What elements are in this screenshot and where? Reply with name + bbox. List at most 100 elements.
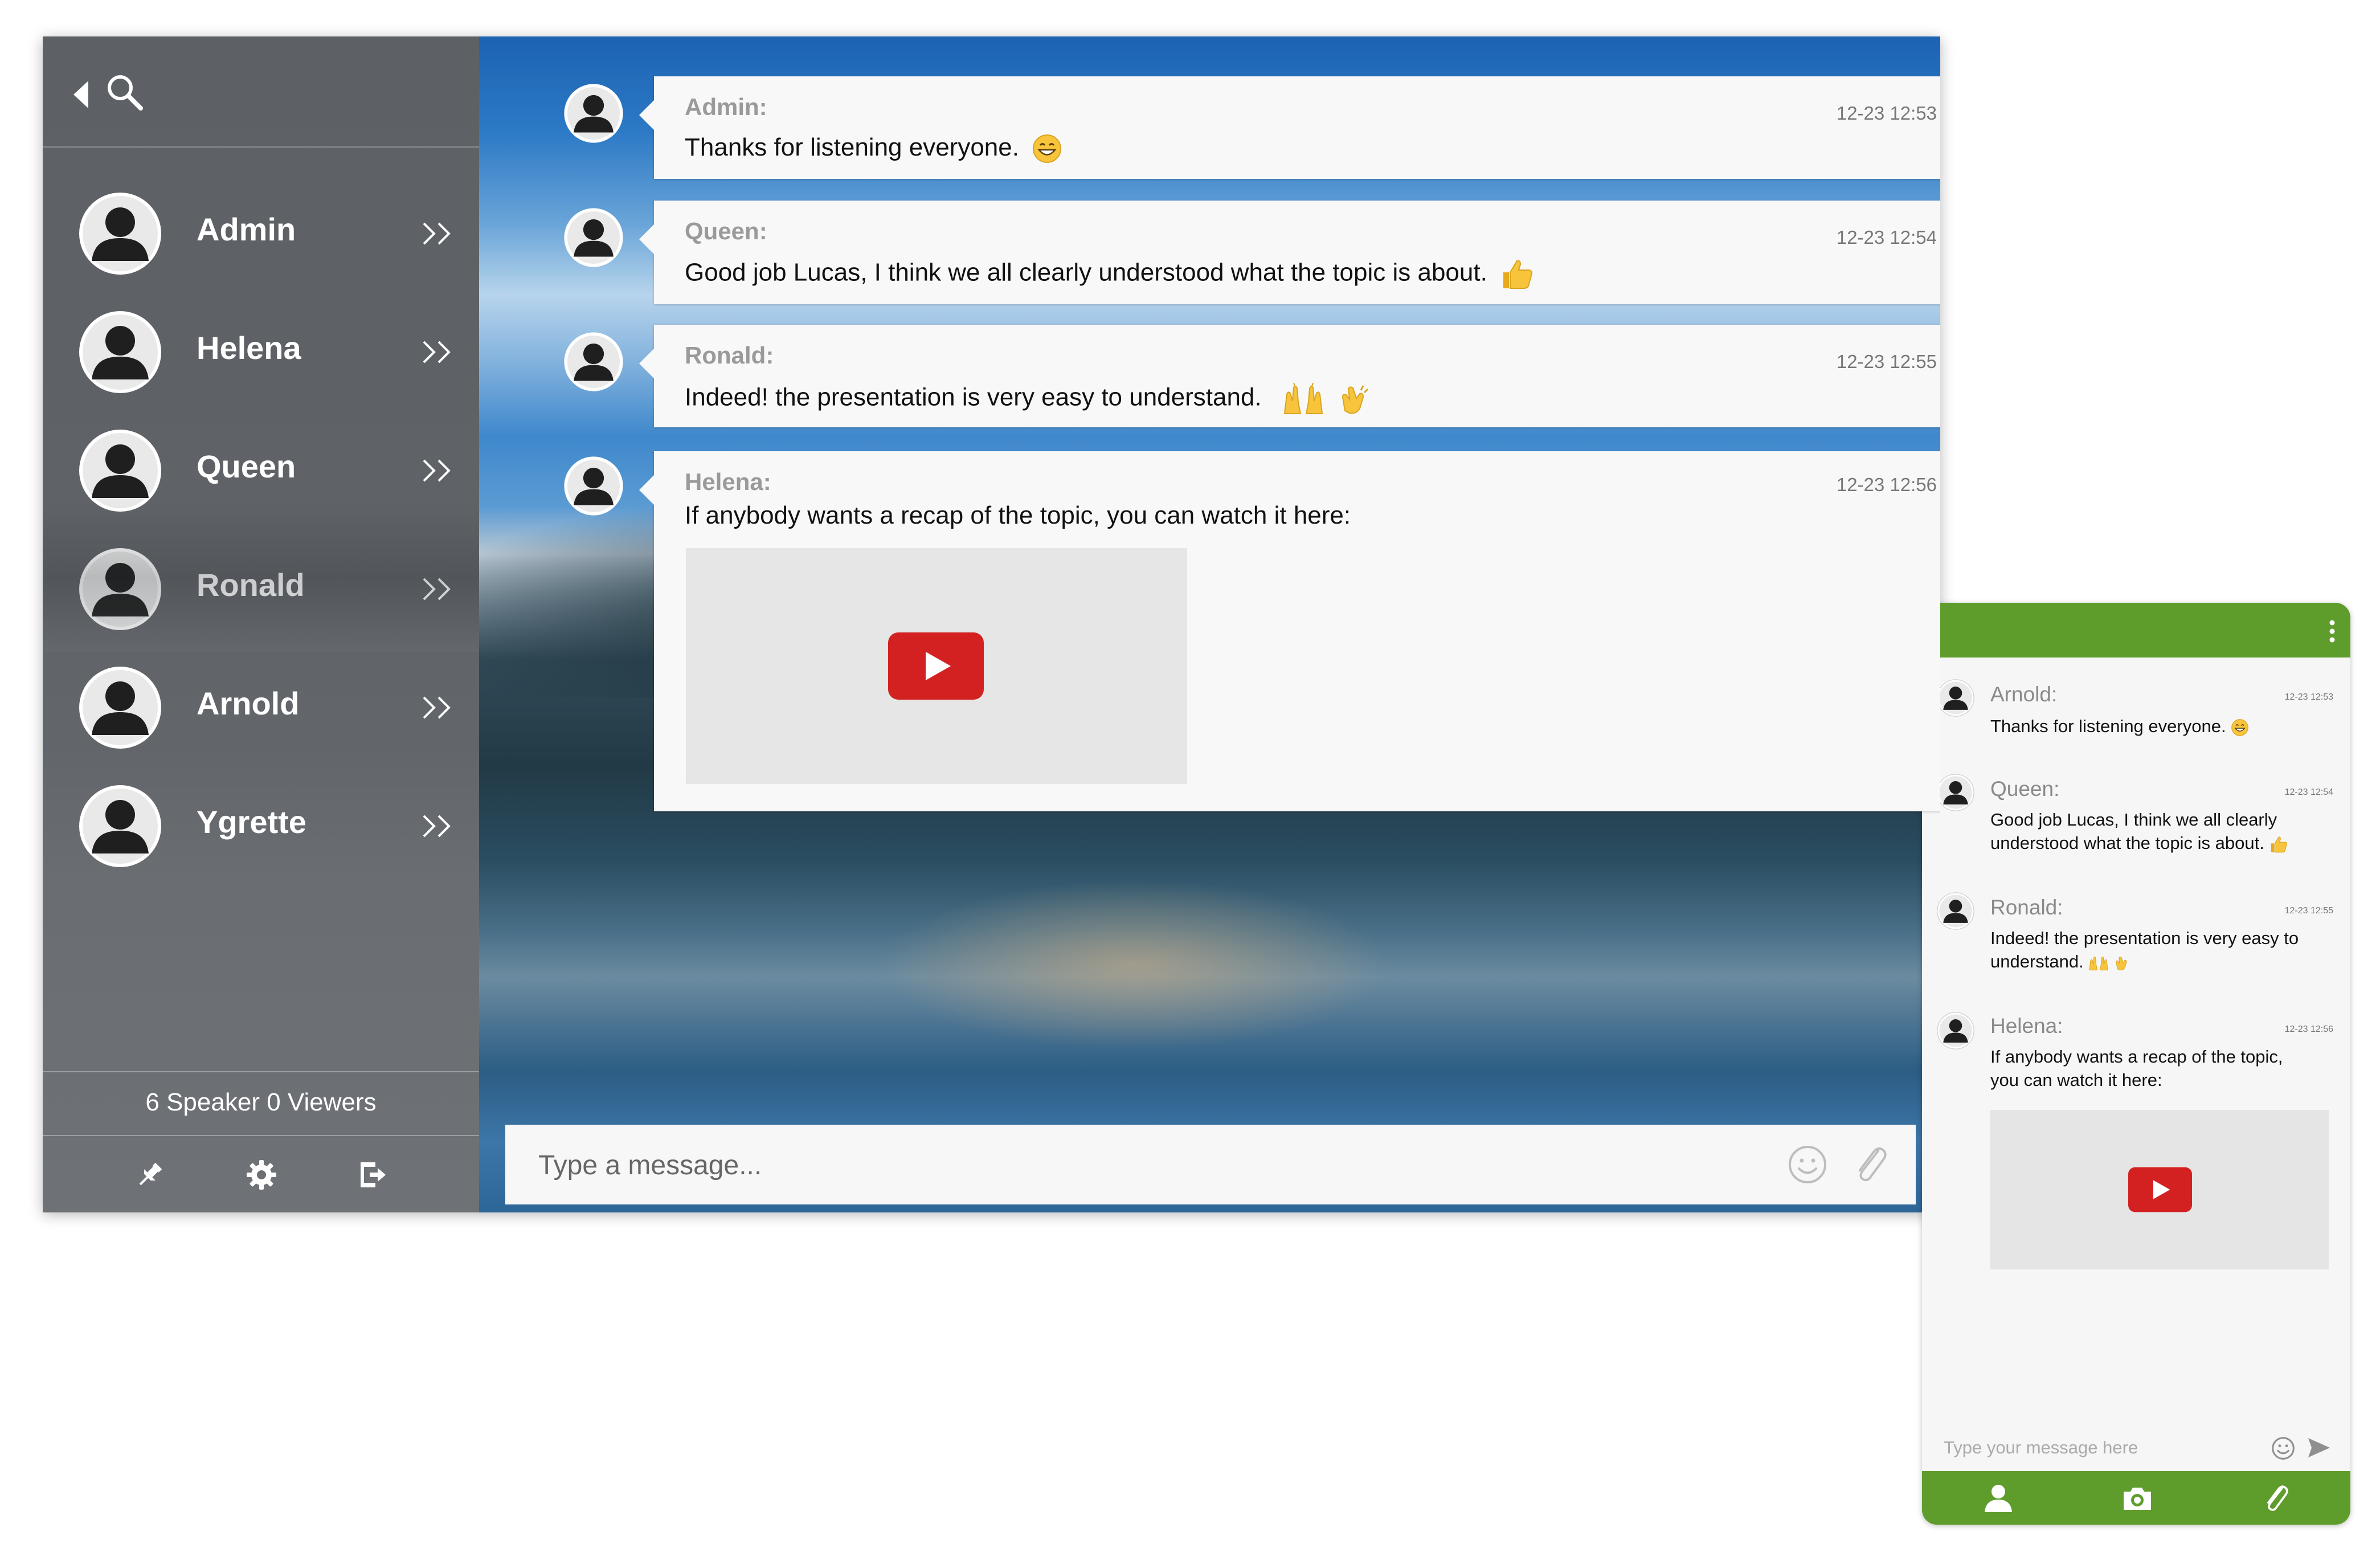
paperclip-icon[interactable] [2260, 1483, 2292, 1514]
video-thumbnail[interactable] [686, 548, 1187, 784]
message-composer [505, 1125, 1916, 1204]
mobile-message-input[interactable] [1943, 1432, 2264, 1463]
message-text: If anybody wants a recap of the topic, y… [1990, 1045, 2332, 1092]
message-text: Good job Lucas, I think we all clearly u… [1990, 808, 2332, 855]
sidebar-item-arnold[interactable]: Arnold [43, 651, 479, 759]
avatar [564, 456, 623, 516]
message-timestamp: 12-23 12:53 [1836, 103, 1937, 124]
message-text: Thanks for listening everyone. [1990, 714, 2332, 738]
message-timestamp: 12-23 12:54 [1836, 227, 1937, 248]
kebab-menu-icon[interactable] [2329, 620, 2336, 643]
desktop-chat-window: Admin Helena Queen Ronald Arnold Ygrette… [43, 36, 1940, 1212]
avatar [79, 548, 161, 630]
message-line-row: understood what the topic is about. [1990, 831, 2332, 855]
clapping-emoji-icon [1342, 385, 1369, 414]
thumbs-up-emoji-icon [2271, 836, 2288, 853]
grin-emoji-icon [2231, 718, 2249, 736]
sidebar-item-queen[interactable]: Queen [43, 414, 479, 522]
sidebar-item-label: Ronald [197, 567, 305, 603]
participant-count: 6 Speaker 0 Viewers [145, 1088, 377, 1116]
mobile-chat-panel: Arnold: 12-23 12:53 Thanks for listening… [1922, 603, 2350, 1525]
message-bubble: Ronald: 12-23 12:55 Indeed! the presenta… [639, 325, 1940, 427]
message-author: Ronald: [1990, 896, 2063, 919]
sidebar-item-ronald[interactable]: Ronald [43, 532, 479, 640]
sidebar-header [43, 36, 479, 148]
sidebar-item-label: Arnold [197, 685, 300, 721]
message-line: Good job Lucas, I think we all clearly [1990, 810, 2277, 830]
chat-panel: Admin: 12-23 12:53 Thanks for listening … [479, 36, 1940, 1212]
message-timestamp: 12-23 12:54 [2284, 787, 2333, 797]
logout-icon[interactable] [356, 1159, 388, 1191]
avatar [79, 430, 161, 512]
message-author: Queen: [1990, 777, 2060, 801]
avatar [1937, 892, 1974, 930]
gear-icon[interactable] [246, 1159, 277, 1191]
chevron-left-icon[interactable] [70, 77, 93, 112]
clapping-emoji-icon [2116, 957, 2127, 970]
message-author: Helena: [1990, 1014, 2063, 1038]
smiley-icon[interactable] [1787, 1144, 1828, 1185]
sidebar-item-label: Helena [197, 330, 301, 366]
message-line: Indeed! the presentation is very easy to [1990, 928, 2299, 948]
mobile-header [1922, 603, 2350, 657]
double-chevron-right-icon [423, 341, 451, 364]
message-line: you can watch it here: [1990, 1070, 2162, 1090]
avatar [1937, 1012, 1974, 1049]
sidebar-item-label: Queen [197, 448, 296, 484]
message-timestamp: 12-23 12:55 [2284, 906, 2333, 916]
message-timestamp: 12-23 12:55 [1836, 351, 1937, 372]
avatar [1937, 774, 1974, 811]
double-chevron-right-icon [423, 222, 451, 245]
message-author: Ronald: [685, 342, 774, 369]
avatar [564, 332, 623, 391]
pin-icon[interactable] [134, 1159, 166, 1191]
grin-emoji-icon [1033, 134, 1062, 164]
play-button-icon[interactable] [2128, 1167, 2192, 1212]
message-text-row: Indeed! the presentation is very easy to… [685, 382, 1372, 416]
sidebar-item-admin[interactable]: Admin [43, 177, 479, 285]
message-bubble: Helena: 12-23 12:56 If anybody wants a r… [639, 451, 1940, 811]
video-thumbnail[interactable] [1990, 1110, 2329, 1269]
participant-status: 6 Speaker 0 Viewers [43, 1071, 479, 1136]
message-author: Helena: [685, 468, 771, 495]
raising-hands-emoji-icon [2089, 956, 2108, 970]
message-timestamp: 12-23 12:56 [2284, 1024, 2333, 1034]
avatar [79, 785, 161, 867]
raising-hands-emoji-icon [1283, 382, 1323, 414]
avatar [564, 84, 623, 143]
message-text: Thanks for listening everyone. [685, 133, 1019, 161]
message-text-row: Thanks for listening everyone. [685, 133, 1062, 164]
user-icon[interactable] [1982, 1483, 2014, 1514]
message-timestamp: 12-23 12:53 [2284, 692, 2333, 702]
smiley-icon[interactable] [2271, 1436, 2296, 1461]
message-author: Admin: [685, 93, 767, 120]
sidebar-item-helena[interactable]: Helena [43, 295, 479, 403]
send-icon[interactable] [2307, 1437, 2331, 1459]
camera-icon[interactable] [2121, 1483, 2153, 1514]
sidebar-actions [43, 1136, 479, 1212]
mobile-message-composer [1922, 1420, 2350, 1475]
sidebar: Admin Helena Queen Ronald Arnold Ygrette… [43, 36, 479, 1212]
avatar [1937, 679, 1974, 717]
message-text: Indeed! the presentation is very easy to… [1990, 926, 2332, 973]
message-text-row: Good job Lucas, I think we all clearly u… [685, 258, 1534, 291]
message-author: Arnold: [1990, 683, 2058, 706]
message-line-row: understand. [1990, 950, 2332, 973]
message-line: understood what the topic is about. [1990, 833, 2264, 853]
message-bubble: Admin: 12-23 12:53 Thanks for listening … [639, 76, 1940, 179]
double-chevron-right-icon [423, 696, 451, 719]
message-text: If anybody wants a recap of the topic, y… [685, 501, 1351, 529]
message-author: Queen: [685, 218, 767, 244]
double-chevron-right-icon [423, 578, 451, 601]
double-chevron-right-icon [423, 459, 451, 482]
play-button-icon[interactable] [888, 632, 984, 700]
search-icon[interactable] [104, 72, 144, 112]
message-input[interactable] [537, 1145, 1736, 1185]
message-line: If anybody wants a recap of the topic, [1990, 1047, 2283, 1067]
message-text: Indeed! the presentation is very easy to… [685, 383, 1262, 411]
avatar [79, 311, 161, 393]
mobile-footer [1922, 1471, 2350, 1525]
message-text-row: If anybody wants a recap of the topic, y… [685, 501, 1351, 530]
sidebar-item-ygrette[interactable]: Ygrette [43, 769, 479, 877]
paperclip-icon[interactable] [1851, 1143, 1891, 1186]
